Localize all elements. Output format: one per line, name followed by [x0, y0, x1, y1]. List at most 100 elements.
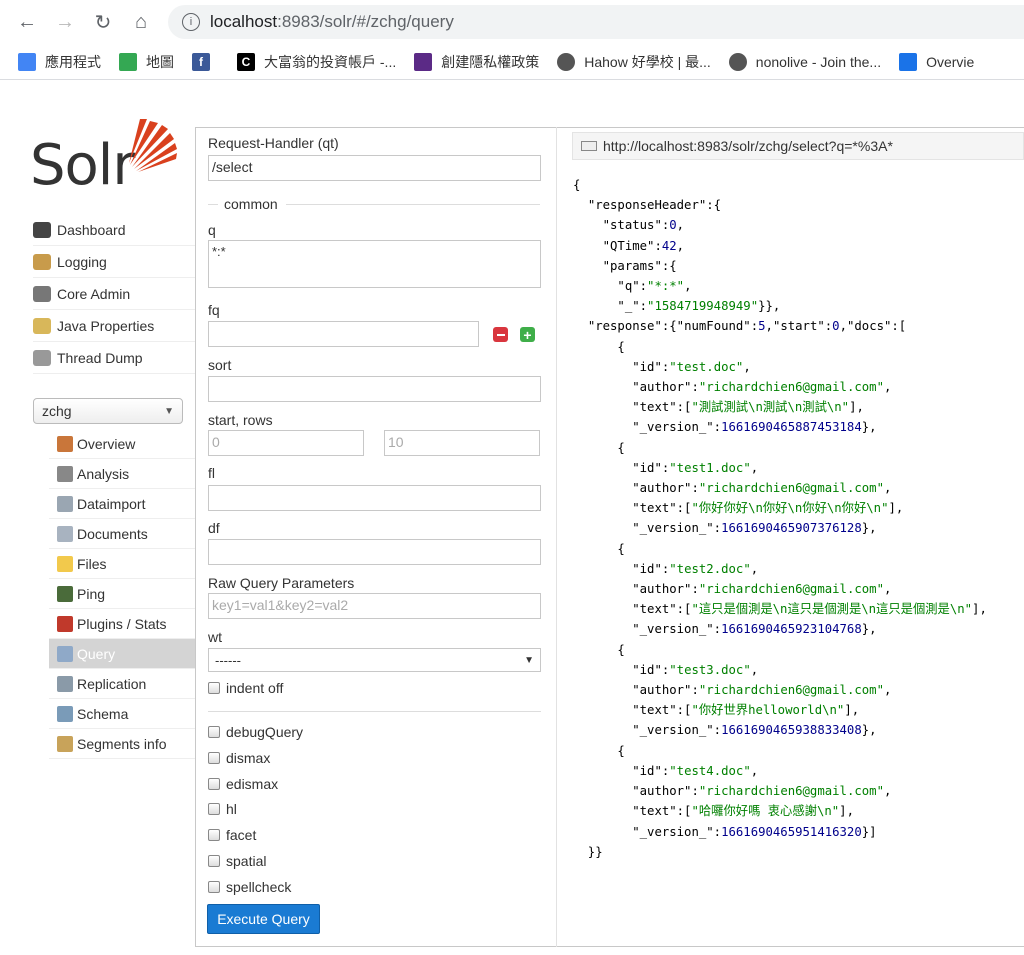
bookmark-item[interactable]: f: [192, 52, 219, 71]
raw-params-input[interactable]: key1=val1&key2=val2: [208, 593, 541, 619]
json-line: "id":"test4.doc",: [632, 763, 759, 778]
wt-select[interactable]: ------ ▼: [208, 648, 541, 672]
edismax-checkbox[interactable]: edismax: [208, 776, 278, 792]
json-line: "_version_":1661690465938833408},: [632, 723, 877, 738]
remove-fq-button[interactable]: [493, 327, 508, 342]
json-line: {: [573, 440, 625, 455]
facet-checkbox[interactable]: facet: [208, 827, 256, 843]
bookmark-item[interactable]: 應用程式: [18, 52, 101, 72]
checkbox-label: edismax: [226, 775, 279, 792]
json-line: "params":{: [602, 258, 677, 273]
back-arrow-icon[interactable]: ←: [8, 3, 46, 41]
spatial-checkbox[interactable]: spatial: [208, 853, 266, 869]
json-line: "_":"1584719948949"}},: [617, 299, 781, 314]
dismax-checkbox[interactable]: dismax: [208, 750, 270, 766]
result-url-text: http://localhost:8983/solr/zchg/select?q…: [603, 138, 893, 154]
nav-item-label: Java Properties: [57, 317, 155, 334]
add-fq-button[interactable]: +: [520, 327, 535, 342]
plugins-icon: [57, 615, 73, 632]
plus-icon: +: [523, 326, 532, 343]
core-nav-label: Plugins / Stats: [77, 615, 167, 632]
core-nav-analysis[interactable]: Analysis: [49, 459, 195, 489]
checkbox-label: debugQuery: [226, 724, 304, 740]
reload-icon[interactable]: ↻: [84, 3, 122, 41]
json-value: *:*: [654, 279, 677, 294]
core-nav-documents[interactable]: Documents: [49, 519, 195, 549]
home-icon[interactable]: ⌂: [122, 3, 160, 41]
rows-input[interactable]: 10: [384, 430, 540, 456]
start-input[interactable]: 0: [208, 430, 364, 456]
bookmark-item[interactable]: Overvie: [899, 52, 974, 71]
json-line: "QTime":42,: [602, 238, 685, 253]
spellcheck-checkbox[interactable]: spellcheck: [208, 879, 291, 895]
json-line: {: [573, 178, 581, 192]
json-value: test.doc: [676, 359, 736, 374]
java-icon: [33, 317, 51, 334]
bookmark-item[interactable]: 創建隱私權政策: [414, 52, 539, 72]
json-value: test1.doc: [676, 460, 744, 475]
json-line: {: [573, 743, 625, 758]
bookmark-item[interactable]: nonolive - Join the...: [728, 52, 882, 71]
core-nav-label: Schema: [77, 705, 129, 722]
core-nav-overview[interactable]: Overview: [49, 429, 195, 459]
fq-input[interactable]: [208, 321, 479, 347]
address-bar[interactable]: i localhost:8983/solr/#/zchg/query: [168, 5, 1024, 39]
solr-admin-app: Solr Dashboard Logging Core Admin Java Prop…: [0, 81, 1024, 955]
bookmark-item[interactable]: Hahow 好學校 | 最...: [557, 52, 711, 72]
bookmark-item[interactable]: 地圖: [119, 52, 174, 72]
solr-logo[interactable]: Solr: [30, 115, 180, 198]
core-nav-plugins-stats[interactable]: Plugins / Stats: [49, 609, 195, 639]
core-nav-label: Overview: [77, 435, 136, 452]
nav-item-thread-dump[interactable]: Thread Dump: [33, 342, 195, 374]
nav-item-java-properties[interactable]: Java Properties: [33, 310, 195, 342]
json-response: { "responseHeader":{ "status":0, "QTime"…: [573, 175, 987, 862]
qt-input[interactable]: /select: [208, 155, 541, 181]
forward-arrow-icon[interactable]: →: [46, 3, 84, 41]
url-host: localhost: [210, 12, 278, 31]
json-line: {: [573, 642, 625, 657]
link-icon: [581, 141, 597, 151]
sort-input[interactable]: [208, 376, 541, 402]
bookmarks-bar: 應用程式 地圖 f C 大富翁的投資帳戶 -... 創建隱私權政策 Hahow 好學校 | …: [0, 44, 1024, 80]
files-icon: [57, 555, 73, 572]
hl-checkbox[interactable]: hl: [208, 801, 237, 817]
bookmark-label: 應用程式: [45, 53, 101, 70]
indent-off-checkbox[interactable]: indent off: [208, 680, 283, 696]
info-icon[interactable]: i: [182, 13, 200, 31]
execute-query-button[interactable]: Execute Query: [207, 904, 320, 934]
checkbox-box: [208, 880, 220, 893]
core-nav-dataimport[interactable]: Dataimport: [49, 489, 195, 519]
debugquery-checkbox[interactable]: debugQuery: [208, 724, 303, 740]
json-value: 1661690465938833408: [721, 723, 862, 738]
q-textarea[interactable]: *:*: [208, 240, 541, 288]
json-line: "id":"test3.doc",: [632, 662, 759, 677]
core-nav-ping[interactable]: Ping: [49, 579, 195, 609]
nav-item-dashboard[interactable]: Dashboard: [33, 214, 195, 246]
json-value: richardchien6@gmail.com: [706, 784, 877, 799]
json-line: "_version_":1661690465887453184},: [632, 420, 877, 435]
core-nav-replication[interactable]: Replication: [49, 669, 195, 699]
bookmark-label: nonolive - Join the...: [755, 53, 882, 70]
results-divider: [556, 127, 557, 947]
core-nav-query[interactable]: Query: [49, 639, 195, 669]
url-path: :8983/solr/#/zchg/query: [277, 12, 454, 31]
checkbox-label: hl: [226, 801, 237, 818]
replication-icon: [57, 675, 73, 692]
core-nav-schema[interactable]: Schema: [49, 699, 195, 729]
core-selector[interactable]: zchg ▼: [33, 398, 183, 424]
result-url-link[interactable]: http://localhost:8983/solr/zchg/select?q…: [572, 132, 1024, 160]
globe-icon: [557, 52, 576, 71]
df-input[interactable]: [208, 539, 541, 565]
core-nav-files[interactable]: Files: [49, 549, 195, 579]
chevron-down-icon: ▼: [524, 654, 534, 666]
fl-input[interactable]: [208, 485, 541, 511]
core-nav-label: Ping: [77, 585, 106, 602]
core-nav-label: Query: [77, 645, 116, 662]
dashboard-icon: [33, 221, 51, 238]
bookmark-label: Hahow 好學校 | 最...: [584, 53, 711, 70]
core-nav-segments-info[interactable]: Segments info: [49, 729, 195, 759]
nav-item-logging[interactable]: Logging: [33, 246, 195, 278]
nav-item-core-admin[interactable]: Core Admin: [33, 278, 195, 310]
bookmark-item[interactable]: C 大富翁的投資帳戶 -...: [237, 52, 396, 72]
logo-text: Solr: [30, 133, 135, 198]
